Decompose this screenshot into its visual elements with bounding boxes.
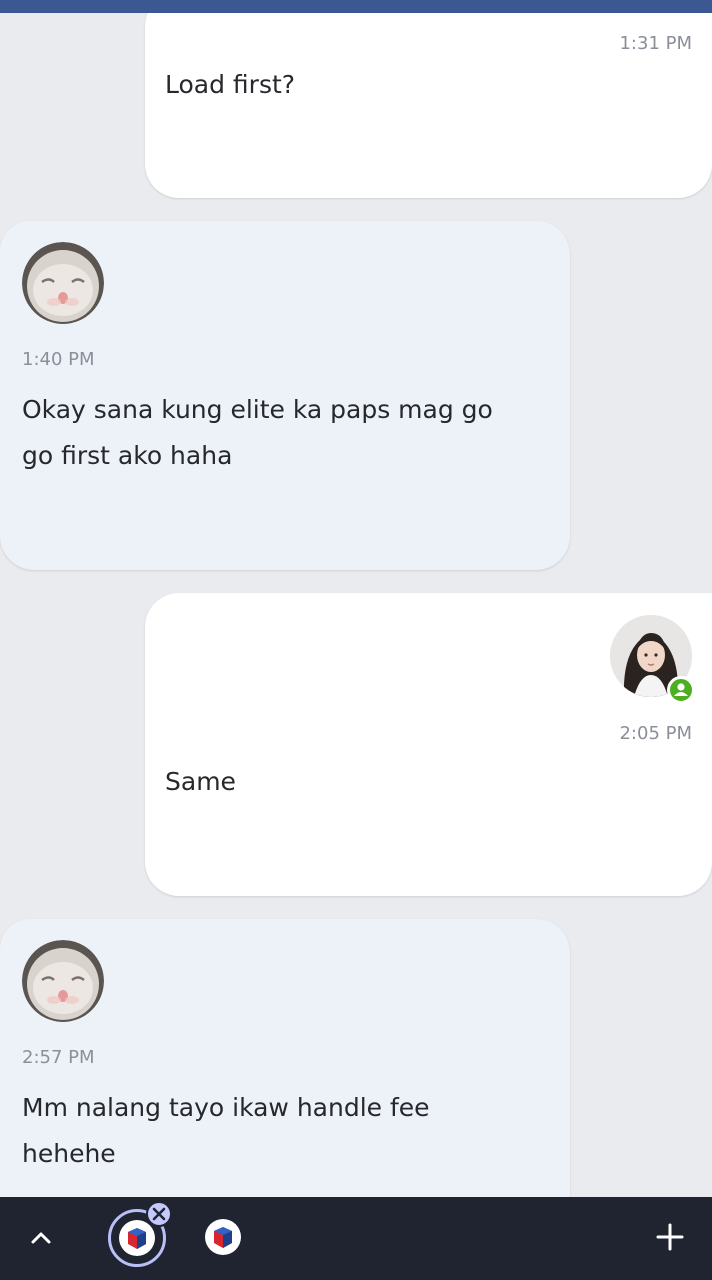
- message-time: 2:05 PM: [619, 723, 692, 744]
- chevron-up-icon[interactable]: [26, 1223, 56, 1253]
- app-tab[interactable]: [203, 1217, 243, 1257]
- message-list[interactable]: 1:31 PM Load first? 1:40 PM Okay sana ku…: [0, 13, 712, 1197]
- message-time: 1:31 PM: [619, 33, 692, 54]
- message-time: 1:40 PM: [22, 349, 95, 370]
- app-tab-icon: [205, 1219, 241, 1255]
- message-bubble-received: 1:40 PM Okay sana kung elite ka paps mag…: [0, 221, 570, 570]
- message-text: Mm nalang tayo ikaw handle fee hehehe: [22, 1093, 430, 1168]
- message-text: Same: [165, 767, 236, 796]
- bottom-nav-bar: [0, 1197, 712, 1280]
- header-bar: [0, 0, 712, 13]
- cat-avatar[interactable]: [22, 242, 104, 324]
- message-bubble-sent: 1:31 PM Load first?: [145, 13, 712, 198]
- message-time: 2:57 PM: [22, 1047, 95, 1068]
- message-bubble-received: 2:57 PM Mm nalang tayo ikaw handle fee h…: [0, 919, 570, 1197]
- message-text: Okay sana kung elite ka paps mag go go f…: [22, 395, 493, 470]
- plus-icon[interactable]: [654, 1221, 686, 1253]
- message-bubble-sent: 2:05 PM Same: [145, 593, 712, 896]
- app-tab-icon: [119, 1220, 155, 1256]
- cat-avatar[interactable]: [22, 940, 104, 1022]
- message-text: Load first?: [165, 70, 296, 99]
- close-tab-button[interactable]: [146, 1201, 172, 1227]
- close-tab-icon: [152, 1207, 166, 1221]
- online-status-icon: [667, 676, 695, 704]
